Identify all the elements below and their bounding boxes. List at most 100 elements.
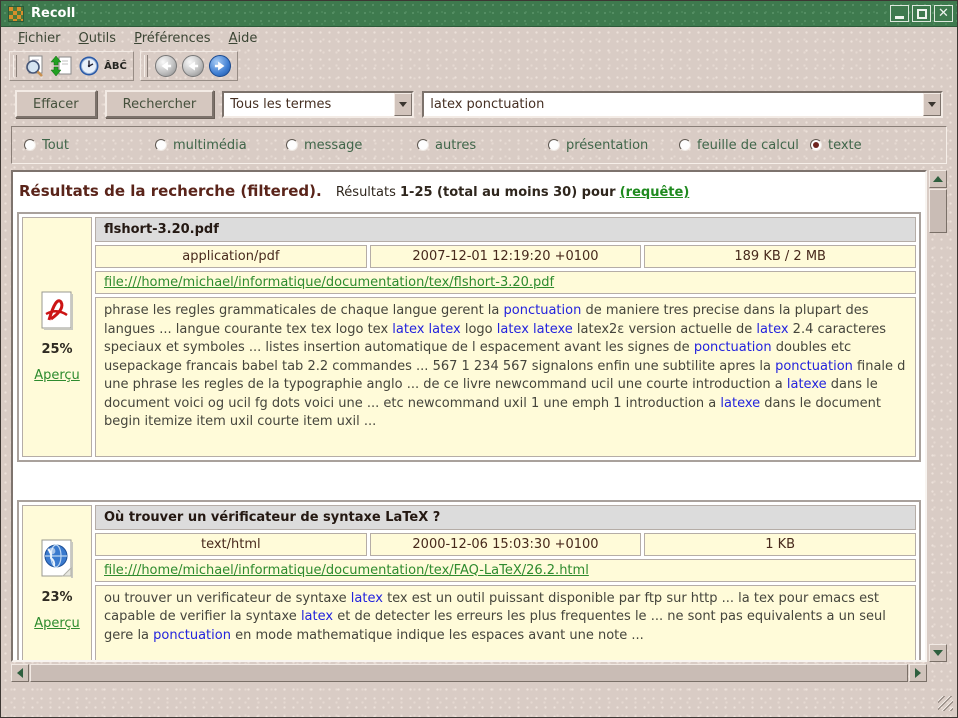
sort-update-icon <box>50 54 74 78</box>
document-preview-button[interactable] <box>21 53 48 79</box>
scroll-right-button[interactable] <box>909 664 927 682</box>
results-headline: Résultats de la recherche (filtered). Ré… <box>17 180 923 200</box>
vertical-scrollbar-thumb[interactable] <box>929 189 947 233</box>
filter-tout[interactable]: Tout <box>24 138 155 153</box>
menu-aide[interactable]: Aide <box>220 29 267 48</box>
html-icon <box>39 539 75 579</box>
result-url-row: file:///home/michael/informatique/docume… <box>95 271 916 294</box>
toolbar-handle[interactable] <box>144 55 148 77</box>
next-page-icon <box>209 55 231 77</box>
filter-multimedia[interactable]: multimédia <box>155 138 286 153</box>
results-title: Résultats de la recherche (filtered). <box>19 182 322 200</box>
result-url-link[interactable]: file:///home/michael/informatique/docume… <box>104 275 554 290</box>
sort-update-button[interactable] <box>48 53 75 79</box>
relevance-percent: 23% <box>41 590 72 605</box>
results-range: 1-25 (total au moins 30) pour <box>400 185 616 200</box>
radio-icon <box>679 139 691 151</box>
result-1-side: 25% Aperçu <box>22 217 92 457</box>
clear-button[interactable]: Effacer <box>15 90 97 118</box>
search-query-input[interactable]: latex ponctuation <box>422 91 943 118</box>
menu-fichier[interactable]: Fichier <box>9 29 70 48</box>
search-button[interactable]: Rechercher <box>105 90 215 118</box>
result-date: 2000-12-06 15:03:30 +0100 <box>370 533 642 556</box>
minimize-icon <box>895 16 904 19</box>
vertical-scrollbar-track[interactable] <box>929 233 947 644</box>
preview-link[interactable]: Aperçu <box>34 616 80 631</box>
pdf-icon <box>40 291 74 331</box>
recoll-window: Recoll ✕ Fichier Outils Préférences Aide <box>0 0 958 718</box>
previous-page-icon <box>182 55 204 77</box>
preview-link[interactable]: Aperçu <box>34 368 80 383</box>
scroll-left-button[interactable] <box>11 664 29 682</box>
result-row-1: 25% Aperçu flshort-3.20.pdf application/… <box>17 212 921 462</box>
filter-feuille-de-calcul[interactable]: feuille de calcul <box>679 138 810 153</box>
radio-icon <box>548 139 560 151</box>
result-url-link[interactable]: file:///home/michael/informatique/docume… <box>104 563 589 578</box>
result-snippet: ou trouver un verificateur de syntaxe la… <box>95 585 916 663</box>
filter-autres[interactable]: autres <box>417 138 548 153</box>
horizontal-scrollbar-thumb[interactable] <box>30 664 908 682</box>
toolbar: ÂBĈ <box>1 49 957 83</box>
close-button[interactable]: ✕ <box>934 5 953 22</box>
history-clock-icon <box>77 54 101 78</box>
previous-page-button[interactable] <box>179 53 206 79</box>
maximize-button[interactable] <box>912 5 931 22</box>
result-2-side: 23% Aperçu <box>22 505 92 663</box>
menu-outils[interactable]: Outils <box>70 29 126 48</box>
category-filter-row: Tout multimédia message autres présentat… <box>11 126 947 164</box>
radio-icon <box>417 139 429 151</box>
search-row: Effacer Rechercher Tous les termes latex… <box>1 89 957 119</box>
filter-message[interactable]: message <box>286 138 417 153</box>
scroll-down-button[interactable] <box>929 644 947 662</box>
filter-presentation[interactable]: présentation <box>548 138 679 153</box>
search-mode-select[interactable]: Tous les termes <box>222 91 414 118</box>
result-2-body: Où trouver un vérificateur de syntaxe La… <box>95 505 916 663</box>
statusbar <box>1 682 957 715</box>
maximize-icon <box>917 9 927 19</box>
horizontal-scrollbar[interactable] <box>11 664 927 682</box>
scroll-up-button[interactable] <box>929 170 947 188</box>
search-query-value: latex ponctuation <box>424 97 923 112</box>
result-date: 2007-12-01 12:19:20 +0100 <box>370 245 642 268</box>
result-size: 189 KB / 2 MB <box>644 245 916 268</box>
radio-icon <box>24 139 36 151</box>
next-page-button[interactable] <box>206 53 233 79</box>
first-page-button[interactable] <box>152 53 179 79</box>
titlebar[interactable]: Recoll ✕ <box>1 1 957 27</box>
vertical-scrollbar[interactable] <box>929 170 947 662</box>
menu-preferences[interactable]: Préférences <box>125 29 219 48</box>
document-preview-icon <box>23 54 47 78</box>
result-title: flshort-3.20.pdf <box>95 217 916 242</box>
filter-texte[interactable]: texte <box>810 138 862 153</box>
result-mime: text/html <box>95 533 367 556</box>
result-row-2: 23% Aperçu Où trouver un vérificateur de… <box>17 500 921 663</box>
toolbar-group-nav <box>140 51 238 81</box>
query-link[interactable]: (requête) <box>620 185 690 200</box>
menubar: Fichier Outils Préférences Aide <box>1 27 957 49</box>
radio-icon <box>155 139 167 151</box>
result-snippet: phrase les regles grammaticales de chaqu… <box>95 297 916 457</box>
radio-selected-icon <box>810 139 822 151</box>
first-page-icon <box>155 55 177 77</box>
history-button[interactable] <box>75 53 102 79</box>
window-title: Recoll <box>31 6 887 21</box>
result-mime: application/pdf <box>95 245 367 268</box>
arrow-down-icon <box>933 650 943 656</box>
close-icon: ✕ <box>938 7 949 20</box>
toolbar-group-main: ÂBĈ <box>9 51 134 81</box>
resize-grip[interactable] <box>938 696 953 711</box>
radio-icon <box>286 139 298 151</box>
toolbar-handle[interactable] <box>13 55 17 77</box>
results-area: Résultats de la recherche (filtered). Ré… <box>11 170 947 682</box>
results-pane: Résultats de la recherche (filtered). Ré… <box>11 170 927 662</box>
arrow-up-icon <box>933 176 943 182</box>
scrollbar-corner <box>929 664 947 682</box>
minimize-button[interactable] <box>890 5 909 22</box>
term-explorer-button[interactable]: ÂBĈ <box>102 53 129 79</box>
chevron-down-icon[interactable] <box>923 93 941 116</box>
term-explorer-icon: ÂBĈ <box>104 61 127 72</box>
result-size: 1 KB <box>644 533 916 556</box>
result-meta: text/html 2000-12-06 15:03:30 +0100 1 KB <box>95 533 916 556</box>
result-title: Où trouver un vérificateur de syntaxe La… <box>95 505 916 530</box>
chevron-down-icon[interactable] <box>394 93 412 116</box>
